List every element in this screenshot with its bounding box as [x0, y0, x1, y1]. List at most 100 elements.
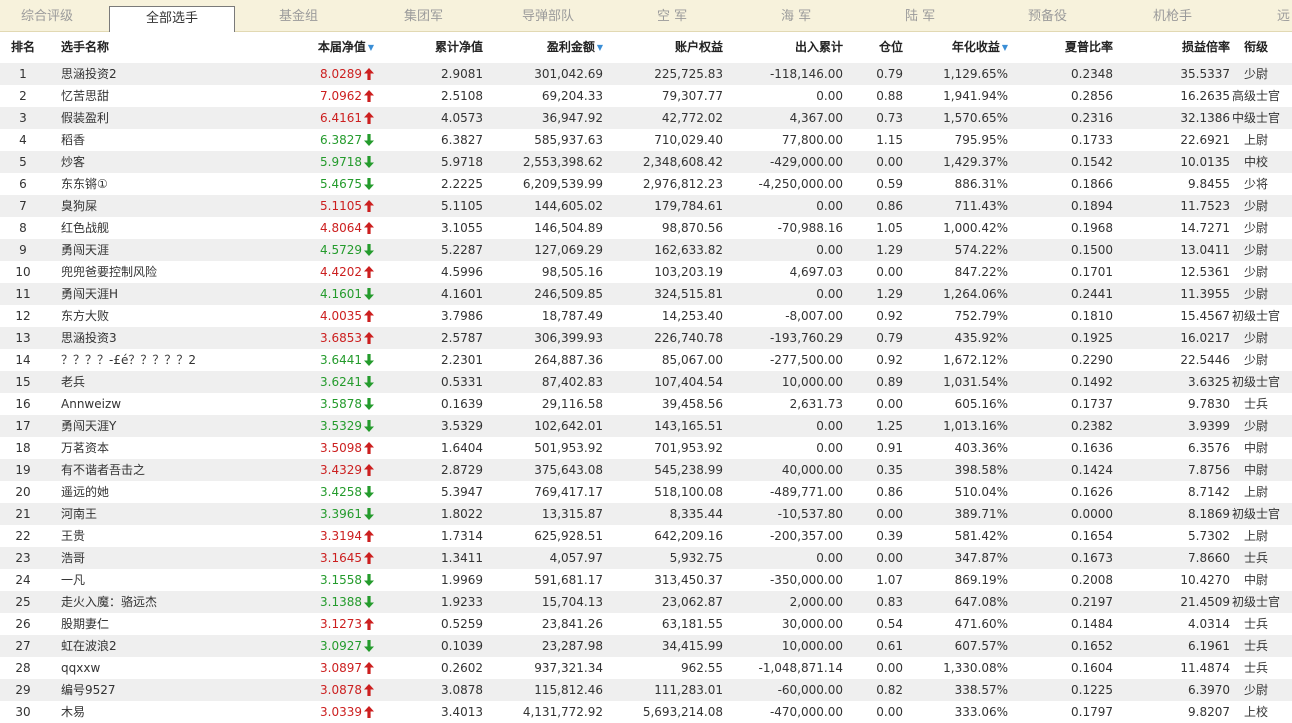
tab-9[interactable]: 机枪手 [1153, 0, 1192, 32]
header-equity[interactable]: 账户权益 [675, 32, 723, 63]
inout-cell: -10,537.80 [777, 507, 843, 521]
cum-nav-cell: 0.5331 [441, 375, 483, 389]
tab-5[interactable]: 空 军 [657, 0, 687, 32]
player-name-link[interactable]: 一凡 [61, 569, 261, 591]
cum-nav-cell: 0.1039 [441, 639, 483, 653]
tab-8[interactable]: 预备役 [1028, 0, 1067, 32]
player-name-link[interactable]: 木易 [61, 701, 261, 723]
player-name-link[interactable]: 炒客 [61, 151, 261, 173]
player-name-link[interactable]: 勇闯天涯 [61, 239, 261, 261]
sharpe-cell: 0.0000 [1071, 507, 1113, 521]
player-name-link[interactable]: 股期妻仁 [61, 613, 261, 635]
inout-cell: 77,800.00 [781, 133, 843, 147]
header-profit[interactable]: 盈利金额 ▼ [547, 32, 603, 63]
arrow-down-icon [364, 354, 374, 366]
sharpe-cell: 0.1484 [1071, 617, 1113, 631]
player-name-link[interactable]: 忆苦思甜 [61, 85, 261, 107]
player-name-link[interactable]: 虹在波浪2 [61, 635, 261, 657]
nav-cell: 3.1558 [320, 569, 374, 591]
cum-nav-cell: 2.2225 [441, 177, 483, 191]
header-level[interactable]: 衔级 [1230, 32, 1282, 63]
player-name-link[interactable]: ？？？？-£é？？？？？2 [61, 349, 261, 371]
header-annual-return[interactable]: 年化收益 ▼ [952, 32, 1008, 63]
header-rank[interactable]: 排名 [0, 32, 46, 63]
cum-nav-cell: 3.5329 [441, 419, 483, 433]
equity-cell: 85,067.00 [661, 353, 723, 367]
nav-cell: 5.4675 [320, 173, 374, 195]
nav-value: 4.4202 [320, 265, 362, 279]
player-name-link[interactable]: 假装盈利 [61, 107, 261, 129]
tab-0[interactable]: 综合评级 [21, 0, 73, 32]
nav-cell: 4.1601 [320, 283, 374, 305]
tab-6[interactable]: 海 军 [781, 0, 811, 32]
equity-cell: 710,029.40 [654, 133, 723, 147]
arrow-up-icon [364, 200, 374, 212]
nav-value: 3.0878 [320, 683, 362, 697]
arrow-down-icon [364, 156, 374, 168]
equity-cell: 2,976,812.23 [642, 177, 723, 191]
profit-cell: 769,417.17 [534, 485, 603, 499]
tab-4[interactable]: 导弹部队 [522, 0, 574, 32]
header-inout[interactable]: 出入累计 [795, 32, 843, 63]
header-profit-loss-ratio[interactable]: 损益倍率 [1182, 32, 1230, 63]
player-name-link[interactable]: 勇闯天涯Y [61, 415, 261, 437]
table-row: 5 炒客 5.9718 5.9718 2,553,398.62 2,348,608.42 -… [0, 151, 1292, 173]
player-name-link[interactable]: qqxxw [61, 657, 261, 679]
tab-10[interactable]: 远 [1277, 0, 1290, 32]
player-name-link[interactable]: 稻香 [61, 129, 261, 151]
nav-value: 8.0289 [320, 67, 362, 81]
header-name[interactable]: 选手名称 [61, 32, 261, 63]
player-name-link[interactable]: 走火入魔：骆远杰 [61, 591, 261, 613]
cum-nav-cell: 3.4013 [441, 705, 483, 719]
position-cell: 0.00 [876, 397, 903, 411]
player-name-link[interactable]: 老兵 [61, 371, 261, 393]
player-name-link[interactable]: 浩哥 [61, 547, 261, 569]
player-name-link[interactable]: 王贵 [61, 525, 261, 547]
player-name-link[interactable]: 思涵投资2 [61, 63, 261, 85]
player-name-link[interactable]: 有不谐者吾击之 [61, 459, 261, 481]
sharpe-cell: 0.1492 [1071, 375, 1113, 389]
header-position[interactable]: 仓位 [879, 32, 903, 63]
arrow-down-icon [364, 420, 374, 432]
equity-cell: 111,283.01 [654, 683, 723, 697]
cum-nav-cell: 1.8022 [441, 507, 483, 521]
player-name-link[interactable]: 万茗资本 [61, 437, 261, 459]
equity-cell: 225,725.83 [654, 67, 723, 81]
player-name-link[interactable]: 东方大败 [61, 305, 261, 327]
header-sharpe[interactable]: 夏普比率 [1065, 32, 1113, 63]
nav-cell: 3.6853 [320, 327, 374, 349]
arrow-down-icon [364, 376, 374, 388]
player-name-link[interactable]: Annweizw [61, 393, 261, 415]
arrow-up-icon [364, 266, 374, 278]
cum-nav-cell: 1.3411 [441, 551, 483, 565]
tab-7[interactable]: 陆 军 [905, 0, 935, 32]
player-name-link[interactable]: 兜兜爸要控制风险 [61, 261, 261, 283]
nav-cell: 3.0927 [320, 635, 374, 657]
player-name-link[interactable]: 河南王 [61, 503, 261, 525]
table-row: 25 走火入魔：骆远杰 3.1388 1.9233 15,704.13 23,062.87… [0, 591, 1292, 613]
player-name-link[interactable]: 东东锵① [61, 173, 261, 195]
level-cell: 中校 [1243, 155, 1268, 169]
annual-return-cell: 1,000.42% [943, 221, 1008, 235]
rank-cell: 3 [19, 111, 27, 125]
player-name-link[interactable]: 遥远的她 [61, 481, 261, 503]
rank-cell: 10 [15, 265, 31, 279]
equity-cell: 103,203.19 [654, 265, 723, 279]
player-name-link[interactable]: 思涵投资3 [61, 327, 261, 349]
tab-2[interactable]: 基金组 [279, 0, 318, 32]
player-name-link[interactable]: 红色战舰 [61, 217, 261, 239]
tab-3[interactable]: 集团军 [404, 0, 443, 32]
table-row: 3 假装盈利 6.4161 4.0573 36,947.92 42,772.02 4,367… [0, 107, 1292, 129]
nav-cell: 3.3961 [320, 503, 374, 525]
position-cell: 0.86 [876, 485, 903, 499]
header-nav[interactable]: 本届净值 ▼ [318, 32, 374, 63]
table-row: 15 老兵 3.6241 0.5331 87,402.83 107,404.54 10,00… [0, 371, 1292, 393]
player-name-link[interactable]: 勇闯天涯H [61, 283, 261, 305]
header-cum-nav[interactable]: 累计净值 [435, 32, 483, 63]
level-cell: 少尉 [1243, 243, 1268, 257]
player-name-link[interactable]: 编号9527 [61, 679, 261, 701]
player-name-link[interactable]: 臭狗屎 [61, 195, 261, 217]
equity-cell: 23,062.87 [661, 595, 723, 609]
position-cell: 0.61 [876, 639, 903, 653]
tab-1[interactable]: 全部选手 [109, 6, 235, 33]
